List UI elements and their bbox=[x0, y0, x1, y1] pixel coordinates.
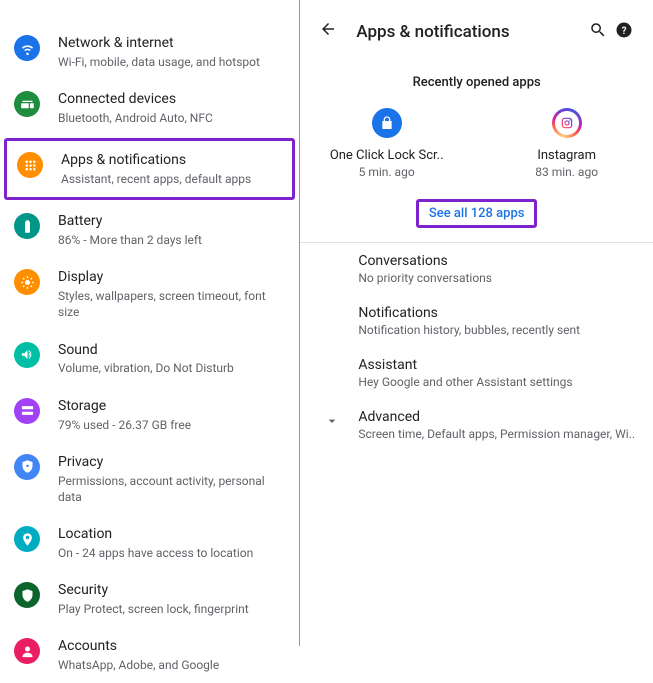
accounts-icon bbox=[14, 638, 40, 664]
settings-item-text: Sound Volume, vibration, Do Not Disturb bbox=[58, 341, 285, 377]
page-title: Apps & notifications bbox=[340, 22, 585, 42]
settings-item-apps[interactable]: Apps & notifications Assistant, recent a… bbox=[7, 141, 292, 197]
battery-icon bbox=[14, 213, 40, 239]
settings-item-network[interactable]: Network & internet Wi-Fi, mobile, data u… bbox=[0, 24, 299, 80]
section-advanced[interactable]: Advanced Screen time, Default apps, Perm… bbox=[300, 399, 653, 451]
settings-item-text: Display Styles, wallpapers, screen timeo… bbox=[58, 268, 285, 320]
settings-item-sub: Assistant, recent apps, default apps bbox=[61, 171, 282, 187]
settings-item-sub: On - 24 apps have access to location bbox=[58, 545, 285, 561]
settings-item-title: Location bbox=[58, 525, 285, 544]
apps-icon bbox=[17, 152, 43, 178]
settings-item-title: Privacy bbox=[58, 453, 285, 472]
privacy-icon bbox=[14, 454, 40, 480]
settings-item-title: Security bbox=[58, 581, 285, 600]
instagram-icon bbox=[552, 108, 582, 138]
settings-item-title: Network & internet bbox=[58, 34, 285, 53]
section-title: Conversations bbox=[358, 253, 635, 269]
settings-item-sub: Permissions, account activity, personal … bbox=[58, 473, 285, 505]
devices-icon bbox=[14, 91, 40, 117]
settings-item-sub: Volume, vibration, Do Not Disturb bbox=[58, 360, 285, 376]
section-assistant[interactable]: Assistant Hey Google and other Assistant… bbox=[300, 347, 653, 399]
storage-icon bbox=[14, 398, 40, 424]
settings-item-sub: Bluetooth, Android Auto, NFC bbox=[58, 110, 285, 126]
lock-icon bbox=[372, 108, 402, 138]
back-button[interactable] bbox=[316, 20, 340, 43]
chevron-down-icon bbox=[324, 413, 340, 433]
settings-item-privacy[interactable]: Privacy Permissions, account activity, p… bbox=[0, 443, 299, 515]
display-icon bbox=[14, 269, 40, 295]
settings-item-title: Storage bbox=[58, 397, 285, 416]
section-title: Advanced bbox=[358, 409, 635, 425]
settings-item-text: Security Play Protect, screen lock, fing… bbox=[58, 581, 285, 617]
svg-text:?: ? bbox=[622, 25, 627, 36]
settings-item-sound[interactable]: Sound Volume, vibration, Do Not Disturb bbox=[0, 331, 299, 387]
settings-item-sub: Play Protect, screen lock, fingerprint bbox=[58, 601, 285, 617]
settings-item-location[interactable]: Location On - 24 apps have access to loc… bbox=[0, 515, 299, 571]
section-sub: Hey Google and other Assistant settings bbox=[358, 375, 635, 389]
settings-item-sub: Styles, wallpapers, screen timeout, font… bbox=[58, 288, 285, 320]
section-sub: Notification history, bubbles, recently … bbox=[358, 323, 635, 337]
page-header: Apps & notifications ? bbox=[300, 12, 653, 59]
recent-app-time: 5 min. ago bbox=[327, 165, 447, 179]
settings-item-battery[interactable]: Battery 86% - More than 2 days left bbox=[0, 202, 299, 258]
recent-app-name: One Click Lock Scr.. bbox=[327, 148, 447, 163]
settings-item-text: Privacy Permissions, account activity, p… bbox=[58, 453, 285, 505]
settings-item-accounts[interactable]: Accounts WhatsApp, Adobe, and Google bbox=[0, 627, 299, 683]
settings-item-sub: 86% - More than 2 days left bbox=[58, 232, 285, 248]
highlight-apps-notifications: Apps & notifications Assistant, recent a… bbox=[4, 138, 295, 200]
settings-item-title: Battery bbox=[58, 212, 285, 231]
settings-item-security[interactable]: Security Play Protect, screen lock, fing… bbox=[0, 571, 299, 627]
settings-item-text: Network & internet Wi-Fi, mobile, data u… bbox=[58, 34, 285, 70]
settings-item-title: Accounts bbox=[58, 637, 285, 656]
recent-apps-row: One Click Lock Scr.. 5 min. ago Instagra… bbox=[300, 102, 653, 193]
see-all-apps-button[interactable]: See all 128 apps bbox=[416, 199, 538, 228]
settings-item-connected-devices[interactable]: Connected devices Bluetooth, Android Aut… bbox=[0, 80, 299, 136]
settings-item-title: Sound bbox=[58, 341, 285, 360]
section-sub: No priority conversations bbox=[358, 271, 635, 285]
see-all-apps-wrap: See all 128 apps bbox=[300, 199, 653, 228]
wifi-icon bbox=[14, 35, 40, 61]
recent-app-time: 83 min. ago bbox=[507, 165, 627, 179]
apps-notifications-pane: Apps & notifications ? Recently opened a… bbox=[300, 0, 653, 646]
recent-apps-header: Recently opened apps bbox=[300, 59, 653, 102]
settings-list: Network & internet Wi-Fi, mobile, data u… bbox=[0, 0, 300, 646]
settings-item-sub: 79% used - 26.37 GB free bbox=[58, 417, 285, 433]
settings-item-storage[interactable]: Storage 79% used - 26.37 GB free bbox=[0, 387, 299, 443]
recent-app-name: Instagram bbox=[507, 148, 627, 163]
settings-item-title: Display bbox=[58, 268, 285, 287]
recent-app-one-click-lock[interactable]: One Click Lock Scr.. 5 min. ago bbox=[327, 108, 447, 179]
settings-item-text: Location On - 24 apps have access to loc… bbox=[58, 525, 285, 561]
settings-item-sub: Wi-Fi, mobile, data usage, and hotspot bbox=[58, 54, 285, 70]
security-icon bbox=[14, 582, 40, 608]
settings-item-text: Battery 86% - More than 2 days left bbox=[58, 212, 285, 248]
settings-item-text: Connected devices Bluetooth, Android Aut… bbox=[58, 90, 285, 126]
location-icon bbox=[14, 526, 40, 552]
see-all-apps-label: See all 128 apps bbox=[429, 206, 525, 221]
sound-icon bbox=[14, 342, 40, 368]
settings-item-sub: WhatsApp, Adobe, and Google bbox=[58, 657, 285, 673]
section-conversations[interactable]: Conversations No priority conversations bbox=[300, 243, 653, 295]
settings-item-text: Storage 79% used - 26.37 GB free bbox=[58, 397, 285, 433]
section-title: Assistant bbox=[358, 357, 635, 373]
settings-item-text: Apps & notifications Assistant, recent a… bbox=[61, 151, 282, 187]
search-button[interactable] bbox=[585, 21, 611, 43]
settings-item-title: Connected devices bbox=[58, 90, 285, 109]
section-title: Notifications bbox=[358, 305, 635, 321]
recent-app-instagram[interactable]: Instagram 83 min. ago bbox=[507, 108, 627, 179]
section-sub: Screen time, Default apps, Permission ma… bbox=[358, 427, 635, 441]
settings-item-display[interactable]: Display Styles, wallpapers, screen timeo… bbox=[0, 258, 299, 330]
settings-item-title: Apps & notifications bbox=[61, 151, 282, 170]
section-notifications[interactable]: Notifications Notification history, bubb… bbox=[300, 295, 653, 347]
settings-item-text: Accounts WhatsApp, Adobe, and Google bbox=[58, 637, 285, 673]
help-button[interactable]: ? bbox=[611, 21, 637, 43]
